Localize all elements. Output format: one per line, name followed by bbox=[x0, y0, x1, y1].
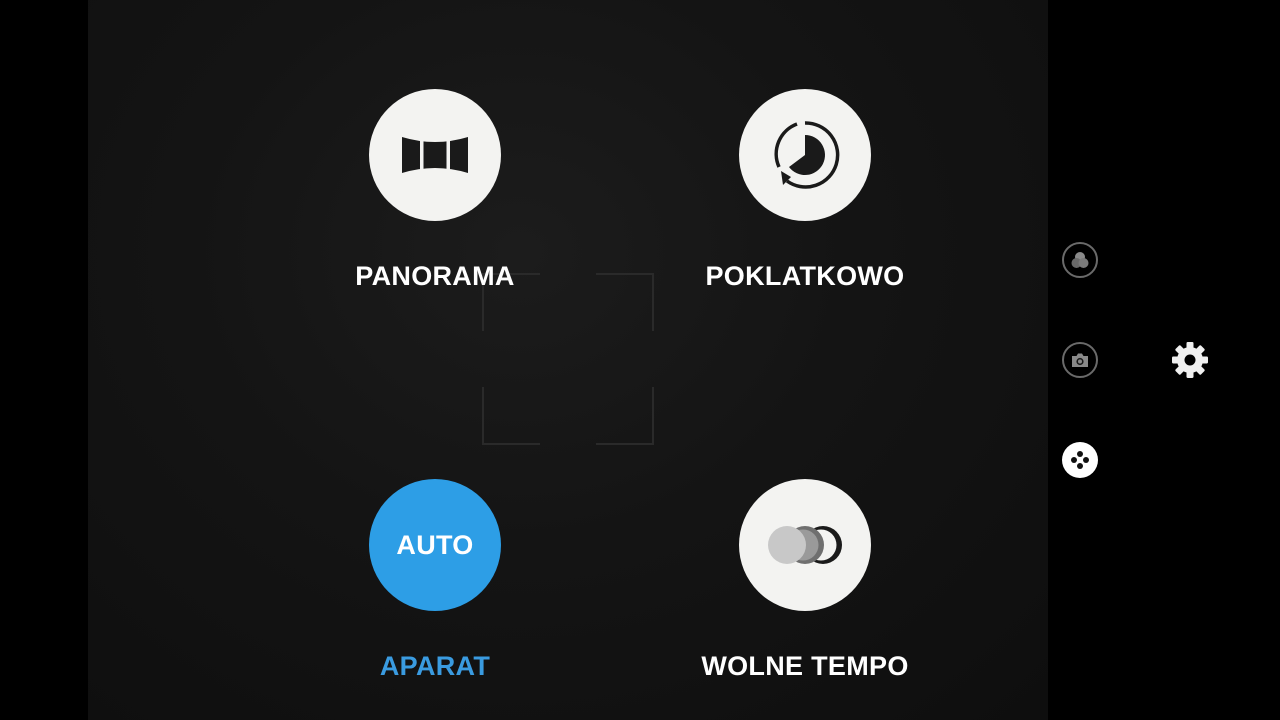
mode-panorama[interactable]: PANORAMA bbox=[285, 89, 585, 319]
panorama-icon bbox=[402, 137, 468, 173]
filter-button[interactable] bbox=[1062, 242, 1098, 278]
slow-motion-icon bbox=[768, 526, 842, 564]
mode-timelapse-label: POKLATKOWO bbox=[705, 261, 905, 291]
mode-timelapse-button[interactable] bbox=[739, 89, 871, 221]
mode-panorama-label: PANORAMA bbox=[355, 261, 515, 291]
mode-timelapse[interactable]: POKLATKOWO bbox=[655, 89, 955, 319]
mode-slowmo[interactable]: WOLNE TEMPO bbox=[655, 479, 955, 709]
viewfinder[interactable]: PANORAMA POKLATKOWO AUTO APARAT WOLNE TE… bbox=[88, 0, 1048, 720]
modes-button[interactable] bbox=[1062, 442, 1098, 478]
gear-icon bbox=[1172, 342, 1208, 378]
focus-corner-top-right bbox=[596, 273, 654, 331]
switch-camera-button[interactable] bbox=[1062, 342, 1098, 378]
auto-badge: AUTO bbox=[396, 529, 474, 560]
mode-auto-label: APARAT bbox=[379, 651, 491, 681]
filter-icon bbox=[1071, 252, 1089, 268]
mode-slowmo-label: WOLNE TEMPO bbox=[701, 651, 909, 681]
timelapse-icon bbox=[774, 121, 840, 189]
settings-button[interactable] bbox=[1168, 338, 1212, 382]
switch-camera-icon bbox=[1072, 353, 1088, 367]
mode-panorama-button[interactable] bbox=[369, 89, 501, 221]
mode-auto[interactable]: AUTO APARAT bbox=[285, 479, 585, 709]
modes-icon bbox=[1071, 451, 1089, 469]
focus-corner-bottom-left bbox=[482, 387, 540, 445]
focus-corner-bottom-right bbox=[596, 387, 654, 445]
mode-slowmo-button[interactable] bbox=[739, 479, 871, 611]
camera-screen: PANORAMA POKLATKOWO AUTO APARAT WOLNE TE… bbox=[0, 0, 1280, 720]
mode-auto-button[interactable]: AUTO bbox=[369, 479, 501, 611]
